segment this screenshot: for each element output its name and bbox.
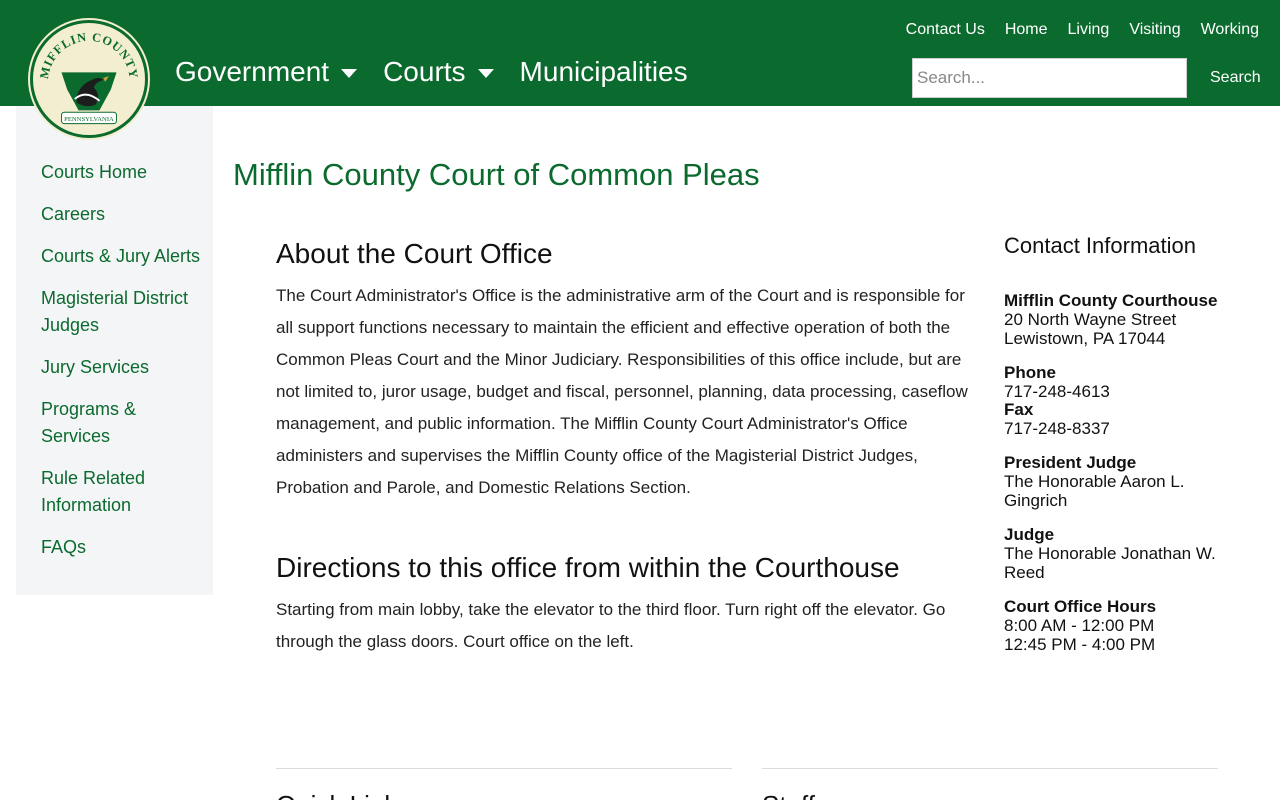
page-title: Mifflin County Court of Common Pleas: [233, 157, 760, 192]
directions-text: Starting from main lobby, take the eleva…: [276, 600, 946, 651]
judge-name: The Honorable Jonathan W. Reed: [1004, 544, 1216, 582]
sidebar-nav: Courts Home Careers Courts & Jury Alerts…: [16, 106, 213, 595]
president-judge-label: President Judge: [1004, 453, 1137, 472]
sidebar-item-rule-info[interactable]: Rule Related Information: [16, 465, 213, 519]
phone-block: Phone 717-248-4613: [1004, 363, 1244, 402]
address-block: Mifflin County Courthouse 20 North Wayne…: [1004, 291, 1244, 349]
chevron-down-icon: [341, 68, 358, 78]
util-link-home[interactable]: Home: [1005, 21, 1048, 39]
president-judge-block: President Judge The Honorable Aaron L. G…: [1004, 453, 1244, 511]
main-content: About the Court Office The Court Adminis…: [276, 236, 976, 658]
chevron-down-icon: [477, 68, 494, 78]
location-label: Mifflin County Courthouse: [1004, 291, 1218, 310]
fax-number: 717-248-8337: [1004, 419, 1110, 438]
util-link-working[interactable]: Working: [1201, 21, 1259, 39]
nav-government-label: Government: [175, 56, 330, 87]
nav-municipalities-label: Municipalities: [519, 56, 688, 87]
sidebar-item-programs[interactable]: Programs & Services: [16, 396, 213, 450]
county-seal-logo[interactable]: MIFFLIN COUNTY PENNSYLVANIA: [30, 20, 148, 138]
directions-heading: Directions to this office from within th…: [276, 552, 900, 583]
judge-block: Judge The Honorable Jonathan W. Reed: [1004, 525, 1244, 583]
nav-courts[interactable]: Courts: [383, 56, 494, 88]
nav-courts-label: Courts: [383, 56, 466, 87]
about-section: About the Court Office The Court Adminis…: [276, 236, 976, 504]
divider-right: [762, 768, 1218, 769]
sidebar-item-careers[interactable]: Careers: [16, 201, 213, 228]
judge-label: Judge: [1004, 525, 1055, 544]
contact-heading: Contact Information: [1004, 233, 1196, 258]
about-text: The Court Administrator's Office is the …: [276, 286, 968, 497]
fax-block: Fax 717-248-8337: [1004, 400, 1244, 439]
divider-left: [276, 768, 732, 769]
phone-label: Phone: [1004, 363, 1056, 382]
sidebar-item-jury-services[interactable]: Jury Services: [16, 354, 213, 381]
quick-links-heading: Quick Links: [276, 790, 410, 800]
site-header: MIFFLIN COUNTY PENNSYLVANIA Government C…: [0, 0, 1280, 138]
president-judge-name: The Honorable Aaron L. Gingrich: [1004, 472, 1185, 510]
search-input[interactable]: [912, 58, 1187, 98]
util-link-living[interactable]: Living: [1068, 21, 1110, 39]
sidebar-item-alerts[interactable]: Courts & Jury Alerts: [16, 243, 213, 270]
logo-banner-text: PENNSYLVANIA: [64, 116, 114, 123]
contact-panel: Contact Information Mifflin County Court…: [1004, 234, 1244, 670]
fax-label: Fax: [1004, 400, 1034, 419]
address-line1: 20 North Wayne Street: [1004, 310, 1177, 329]
phone-number[interactable]: 717-248-4613: [1004, 382, 1244, 401]
utility-nav: Contact Us Home Living Visiting Working: [886, 21, 1259, 39]
nav-municipalities[interactable]: Municipalities: [520, 56, 688, 88]
hours-line2: 12:45 PM - 4:00 PM: [1004, 635, 1156, 654]
main-nav: Government Courts Municipalities: [175, 56, 714, 88]
nav-government[interactable]: Government: [175, 56, 358, 88]
sidebar-item-courts-home[interactable]: Courts Home: [16, 159, 213, 186]
hours-line1: 8:00 AM - 12:00 PM: [1004, 616, 1155, 635]
util-link-contact-us[interactable]: Contact Us: [906, 21, 985, 39]
util-link-visiting[interactable]: Visiting: [1129, 21, 1180, 39]
hours-block: Court Office Hours 8:00 AM - 12:00 PM 12…: [1004, 597, 1244, 655]
directions-section: Directions to this office from within th…: [276, 550, 976, 658]
sidebar-item-faqs[interactable]: FAQs: [16, 534, 213, 561]
hours-label: Court Office Hours: [1004, 597, 1157, 616]
search-button[interactable]: Search: [1202, 67, 1269, 89]
address-line2: Lewistown, PA 17044: [1004, 329, 1166, 348]
keystone-goose-icon: MIFFLIN COUNTY PENNSYLVANIA: [37, 30, 140, 125]
sidebar-item-magisterial-judges[interactable]: Magisterial District Judges: [16, 285, 213, 339]
staff-heading: Staff: [762, 790, 815, 800]
about-heading: About the Court Office: [276, 238, 553, 269]
